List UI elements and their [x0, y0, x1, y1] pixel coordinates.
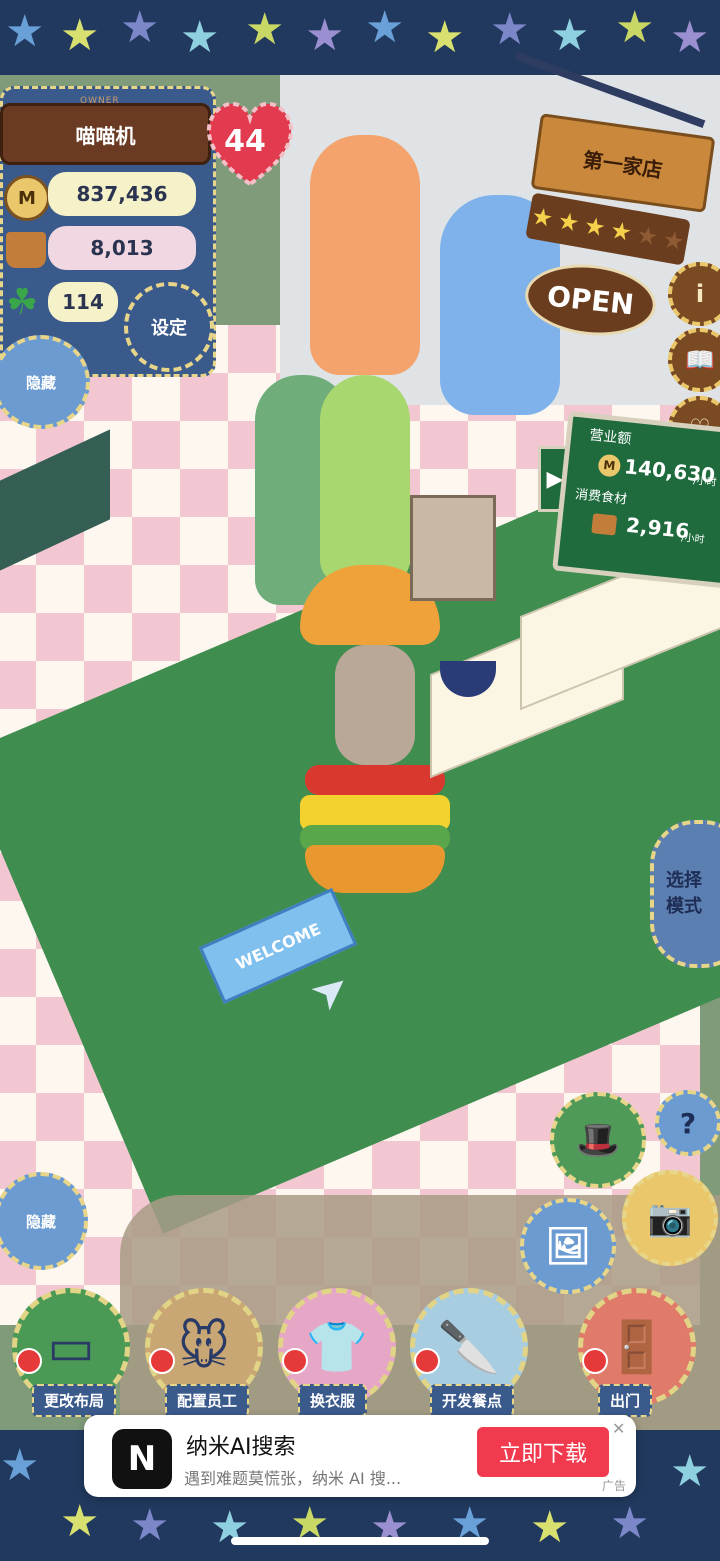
open-label: OPEN — [545, 279, 636, 321]
ingredient-basket-icon — [6, 232, 46, 268]
ad-download-button[interactable]: 立即下载 — [477, 1427, 609, 1477]
shirt-icon: 👕 — [305, 1317, 369, 1376]
hat-button[interactable]: 🎩 — [550, 1092, 646, 1188]
door-icon: 🚪 — [605, 1317, 669, 1376]
notification-pin-icon — [149, 1348, 175, 1374]
clover-icon: ☘ — [6, 282, 39, 323]
lime-rabbit-doll[interactable] — [320, 375, 410, 585]
revenue-label: 营业额 — [588, 427, 633, 448]
camera-button[interactable]: 📷 — [622, 1170, 718, 1266]
hat-icon: 🎩 — [575, 1120, 621, 1161]
coin-icon: M — [597, 453, 622, 478]
clover-counter[interactable]: 114 — [48, 282, 118, 322]
help-icon: ? — [679, 1106, 697, 1140]
coins-counter[interactable]: 837,436 — [48, 172, 196, 216]
settings-button[interactable]: 设定 — [124, 282, 214, 372]
star-icon: ★ — [555, 206, 582, 238]
revenue-board[interactable]: 营业额 M 140,630 /小时 消费食材 2,916 /小时 — [552, 411, 720, 589]
hide-panel-label: 隐藏 — [25, 373, 56, 392]
ad-tag: 广告 — [602, 1479, 627, 1493]
album-button[interactable]: 🖼 — [520, 1198, 616, 1294]
picture-icon: 🖼 — [545, 1226, 591, 1267]
ad-logo-glyph: N — [127, 1439, 157, 1479]
notification-pin-icon — [582, 1348, 608, 1374]
consumed-label: 消费食材 — [574, 487, 628, 508]
ad-subtitle: 遇到难题莫慌张，纳米 AI 搜... — [184, 1469, 402, 1488]
menu-label: 换衣服 — [298, 1384, 368, 1417]
coin-icon: M — [4, 175, 50, 221]
shop-name: 第一家店 — [581, 147, 665, 182]
owner-name[interactable]: 喵喵机 — [0, 103, 211, 165]
consumed-unit: /小时 — [680, 532, 706, 546]
level-value: 44 — [224, 124, 266, 159]
notification-pin-icon — [282, 1348, 308, 1374]
knife-icon: 🔪 — [437, 1317, 501, 1376]
home-indicator[interactable] — [231, 1537, 489, 1545]
menu-label: 开发餐点 — [430, 1384, 515, 1417]
ad-title: 纳米AI搜索 — [186, 1435, 296, 1460]
revenue-unit: /小时 — [692, 475, 718, 489]
orange-cat-doll[interactable] — [310, 135, 420, 375]
top-star-border: ★ ★ ★ ★ ★ ★ ★ ★ ★ ★ ★ ★ — [0, 0, 720, 78]
burger-bear-doll[interactable] — [300, 565, 450, 905]
ad-banner[interactable]: N 纳米AI搜索 遇到难题莫慌张，纳米 AI 搜... 立即下载 ✕ 广告 — [84, 1415, 636, 1497]
ad-close-button[interactable]: ✕ — [612, 1419, 625, 1438]
settings-label: 设定 — [151, 318, 187, 339]
ad-logo-icon: N — [112, 1429, 172, 1489]
help-button[interactable]: ? — [655, 1090, 720, 1156]
select-mode-label: 选择模式 — [666, 870, 702, 917]
coin-glyph: M — [18, 187, 36, 209]
menu-label: 更改布局 — [32, 1384, 117, 1417]
star-icon: ★ — [529, 201, 556, 234]
hide-menu-label: 隐藏 — [25, 1212, 56, 1231]
welcome-mat-label: WELCOME — [232, 918, 324, 974]
menu-label: 配置员工 — [165, 1384, 250, 1417]
notification-pin-icon — [16, 1348, 42, 1374]
basket-icon — [591, 513, 618, 536]
notification-pin-icon — [414, 1348, 440, 1374]
book-icon: 📖 — [685, 346, 715, 374]
star-empty-icon: ★ — [634, 220, 661, 252]
mouse-icon: 🐭 — [177, 1318, 231, 1376]
star-icon: ★ — [581, 211, 608, 243]
star-empty-icon: ★ — [660, 224, 687, 257]
menu-label: 出门 — [598, 1384, 653, 1417]
table-icon: ▭ — [47, 1318, 95, 1376]
info-icon: i — [695, 280, 705, 308]
camera-icon: 📷 — [647, 1198, 693, 1239]
chair[interactable] — [410, 495, 496, 601]
star-icon: ★ — [608, 215, 635, 247]
select-mode-button[interactable]: 选择模式 — [650, 820, 720, 968]
ingredients-counter[interactable]: 8,013 — [48, 226, 196, 270]
